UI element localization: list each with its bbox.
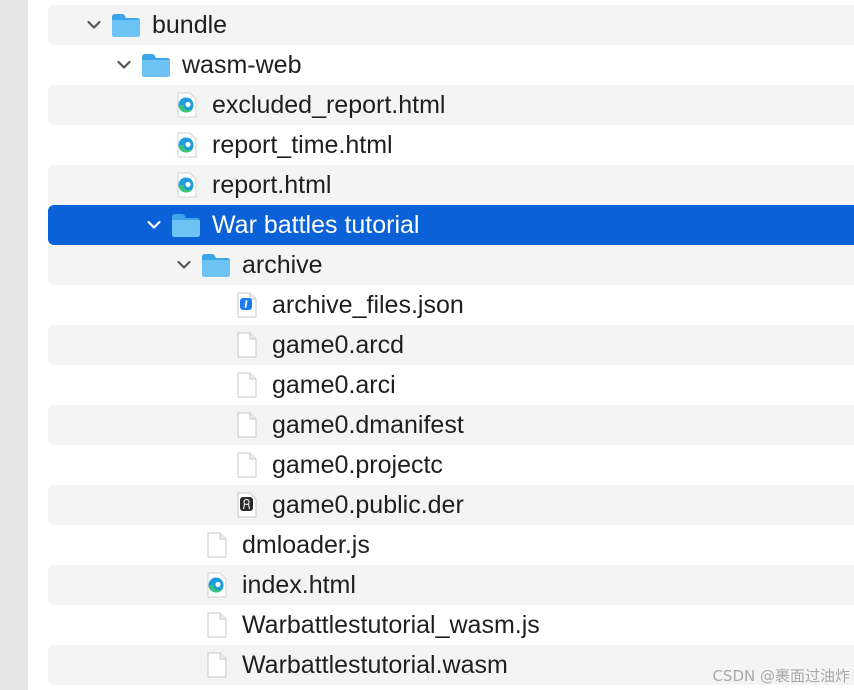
certificate-file-icon (231, 492, 261, 518)
folder-row[interactable]: archive (0, 245, 854, 285)
file-row[interactable]: report.html (0, 165, 854, 205)
file-row[interactable]: game0.public.der (0, 485, 854, 525)
blank-file-icon (231, 372, 261, 398)
file-tree: bundle wasm-web excluded_report.htmlreport… (0, 5, 854, 685)
folder-icon (141, 52, 171, 78)
file-row[interactable]: Warbattlestutorial_wasm.js (0, 605, 854, 645)
disclosure-chevron-icon[interactable] (176, 257, 192, 273)
blank-file-icon (231, 412, 261, 438)
disclosure-chevron-icon[interactable] (86, 17, 102, 33)
row-background (48, 525, 854, 565)
file-row[interactable]: index.html (0, 565, 854, 605)
item-name: Warbattlestutorial.wasm (242, 651, 508, 679)
edge-html-icon (201, 572, 231, 598)
row-background (48, 365, 854, 405)
disclosure-chevron-icon[interactable] (116, 57, 132, 73)
row-background (48, 165, 854, 205)
watermark: CSDN @裹面过油炸 (712, 667, 850, 685)
item-name: archive_files.json (272, 291, 464, 319)
item-name: report.html (212, 171, 332, 199)
folder-icon (171, 212, 201, 238)
folder-row[interactable]: War battles tutorial (0, 205, 854, 245)
json-file-icon (231, 292, 261, 318)
item-name: dmloader.js (242, 531, 370, 559)
item-name: archive (242, 251, 323, 279)
row-background (48, 125, 854, 165)
folder-icon (201, 252, 231, 278)
blank-file-icon (201, 612, 231, 638)
row-background (48, 445, 854, 485)
item-name: game0.dmanifest (272, 411, 464, 439)
edge-html-icon (171, 172, 201, 198)
file-row[interactable]: game0.dmanifest (0, 405, 854, 445)
blank-file-icon (231, 452, 261, 478)
item-name: War battles tutorial (212, 211, 420, 239)
file-row[interactable]: archive_files.json (0, 285, 854, 325)
row-background (48, 245, 854, 285)
disclosure-chevron-icon[interactable] (146, 217, 162, 233)
selection-highlight (48, 205, 854, 245)
item-name: game0.arcd (272, 331, 405, 359)
folder-icon (111, 12, 141, 38)
row-background (48, 565, 854, 605)
edge-html-icon (171, 132, 201, 158)
item-name: bundle (152, 11, 228, 39)
blank-file-icon (231, 332, 261, 358)
item-name: index.html (242, 571, 356, 599)
file-row[interactable]: excluded_report.html (0, 85, 854, 125)
row-background (48, 85, 854, 125)
blank-file-icon (201, 532, 231, 558)
folder-row[interactable]: bundle (0, 5, 854, 45)
item-name: excluded_report.html (212, 91, 446, 119)
file-row[interactable]: game0.projectc (0, 445, 854, 485)
folder-row[interactable]: wasm-web (0, 45, 854, 85)
item-name: wasm-web (182, 51, 302, 79)
file-row[interactable]: report_time.html (0, 125, 854, 165)
item-name: game0.arci (272, 371, 396, 399)
blank-file-icon (201, 652, 231, 678)
edge-html-icon (171, 92, 201, 118)
finder-list-view: bundle wasm-web excluded_report.htmlreport… (0, 0, 854, 690)
file-row[interactable]: game0.arci (0, 365, 854, 405)
item-name: Warbattlestutorial_wasm.js (242, 611, 540, 639)
file-row[interactable]: dmloader.js (0, 525, 854, 565)
item-name: game0.public.der (272, 491, 464, 519)
item-name: game0.projectc (272, 451, 443, 479)
file-row[interactable]: game0.arcd (0, 325, 854, 365)
row-background (48, 325, 854, 365)
item-name: report_time.html (212, 131, 393, 159)
